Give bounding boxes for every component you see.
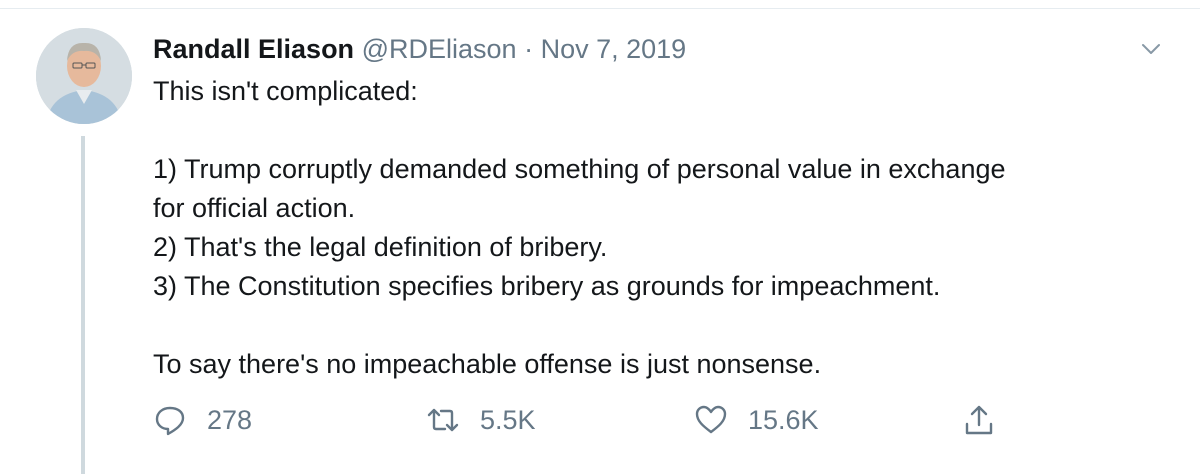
display-name[interactable]: Randall Eliason [153, 34, 354, 64]
tweet-text-line: This isn't complicated: [153, 76, 418, 106]
tweet-text-line: for official action. [153, 193, 356, 223]
tweet[interactable]: Randall Eliason @RDEliason · Nov 7, 2019… [0, 0, 1200, 474]
tweet-text-line: 2) That's the legal definition of briber… [153, 232, 608, 262]
tweet-text-line: 3) The Constitution specifies bribery as… [153, 271, 941, 301]
reply-icon [155, 406, 185, 436]
share-button[interactable] [962, 398, 996, 442]
tweet-header: Randall Eliason @RDEliason · Nov 7, 2019 [153, 33, 686, 65]
tweet-text-line: 1) Trump corruptly demanded something of… [153, 154, 1006, 184]
thread-line [81, 136, 85, 474]
avatar[interactable] [36, 28, 132, 124]
tweet-text-blank [153, 111, 1163, 150]
tweet-text-blank [153, 306, 1163, 345]
like-button[interactable]: 15.6K [694, 398, 819, 442]
like-count: 15.6K [748, 404, 819, 435]
separator: · [524, 34, 534, 64]
retweet-button[interactable]: 5.5K [426, 398, 536, 442]
like-icon [695, 405, 727, 434]
tweet-text-line: To say there's no impeachable offense is… [153, 349, 822, 379]
share-icon [965, 405, 993, 435]
reply-count: 278 [207, 404, 253, 435]
tweet-date[interactable]: Nov 7, 2019 [541, 34, 687, 64]
reply-button[interactable]: 278 [153, 398, 252, 442]
handle[interactable]: @RDEliason [362, 34, 517, 64]
chevron-down-icon[interactable] [1138, 36, 1164, 62]
divider [0, 0, 1200, 9]
retweet-count: 5.5K [480, 404, 536, 435]
tweet-text: This isn't complicated: 1) Trump corrupt… [153, 72, 1163, 384]
retweet-icon [427, 408, 459, 432]
